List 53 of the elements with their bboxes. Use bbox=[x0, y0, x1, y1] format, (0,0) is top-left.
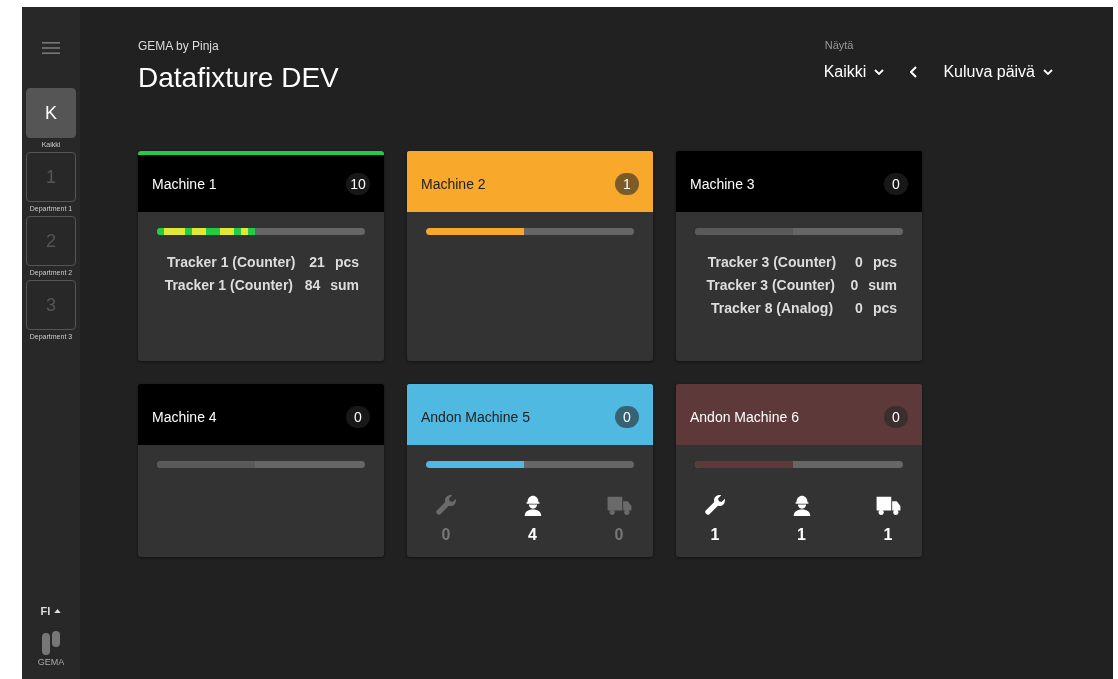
tracker-value: 0 bbox=[855, 300, 863, 317]
machine-card[interactable]: Machine 3 0 Tracker 3 (Counter) 0 pcs Tracker 3 (Counter) 0 sum Tracker 8 (Analog) 0 pcs bbox=[676, 151, 922, 361]
count-badge: 10 bbox=[346, 172, 370, 195]
machine-name: Machine 4 bbox=[152, 408, 217, 425]
count-badge: 0 bbox=[884, 172, 908, 195]
machine-card[interactable]: Machine 2 1 bbox=[407, 151, 653, 361]
counter-value: 1 bbox=[797, 526, 806, 544]
tracker-value: 84 bbox=[304, 277, 321, 294]
filter-dropdown[interactable]: Kaikki bbox=[823, 63, 885, 81]
machine-card[interactable]: Machine 1 10 Tracker 1 (Counter) 21 pcs Tracker 1 (Counter) 84 sum bbox=[138, 151, 384, 361]
machine-name: Machine 3 bbox=[690, 175, 755, 192]
tracker-unit: pcs bbox=[872, 300, 897, 317]
count-badge: 0 bbox=[884, 405, 908, 428]
machine-card[interactable]: Andon Machine 6 0 1 1 1 bbox=[676, 384, 922, 557]
tracker-name: Tracker 8 (Analog) bbox=[709, 298, 835, 318]
tracker-unit: sum bbox=[868, 277, 897, 294]
logo-text: GEMA bbox=[37, 657, 65, 667]
chevron-down-icon bbox=[1043, 69, 1053, 75]
machine-name: Andon Machine 6 bbox=[690, 408, 799, 425]
filter-label: Näytä bbox=[824, 39, 855, 51]
count-badge: 0 bbox=[346, 405, 370, 428]
counter-value: 0 bbox=[441, 526, 451, 544]
tracker-name: Tracker 1 (Counter) bbox=[165, 253, 297, 272]
caret-up-icon bbox=[54, 609, 62, 613]
machine-name: Machine 1 bbox=[152, 175, 217, 192]
tracker-name: Tracker 3 (Counter) bbox=[706, 253, 838, 272]
language-selector[interactable]: FI bbox=[40, 605, 62, 617]
period-dropdown[interactable]: Kuluva päivä bbox=[943, 63, 1053, 81]
machine-name: Andon Machine 5 bbox=[421, 408, 530, 425]
counter-value: 1 bbox=[710, 526, 720, 544]
page-title: Datafixture DEV bbox=[138, 62, 339, 94]
counter-value: 4 bbox=[528, 526, 537, 544]
app-subtitle: GEMA by Pinja bbox=[138, 39, 220, 53]
menu-icon[interactable] bbox=[42, 42, 60, 54]
tracker-value: 0 bbox=[850, 277, 859, 294]
tracker-unit: pcs bbox=[334, 254, 359, 271]
machine-card[interactable]: Andon Machine 5 0 0 4 0 bbox=[407, 384, 653, 557]
count-badge: 0 bbox=[615, 405, 639, 428]
count-badge: 1 bbox=[615, 172, 639, 195]
tracker-value: 21 bbox=[309, 254, 325, 271]
tracker-name: Tracker 1 (Counter) bbox=[163, 275, 294, 295]
machine-card[interactable]: Machine 4 0 bbox=[138, 384, 384, 557]
tracker-name: Tracker 3 (Counter) bbox=[705, 275, 836, 295]
department-tile[interactable]: K bbox=[26, 88, 76, 138]
counter-value: 0 bbox=[614, 526, 624, 544]
tracker-unit: pcs bbox=[872, 254, 897, 271]
machine-name: Machine 2 bbox=[421, 175, 486, 192]
chevron-down-icon bbox=[874, 69, 885, 75]
tracker-unit: sum bbox=[330, 277, 359, 294]
tracker-value: 0 bbox=[855, 254, 863, 271]
counter-value: 1 bbox=[883, 526, 893, 544]
logo-icon bbox=[41, 631, 61, 655]
chevron-left-icon bbox=[910, 66, 918, 78]
